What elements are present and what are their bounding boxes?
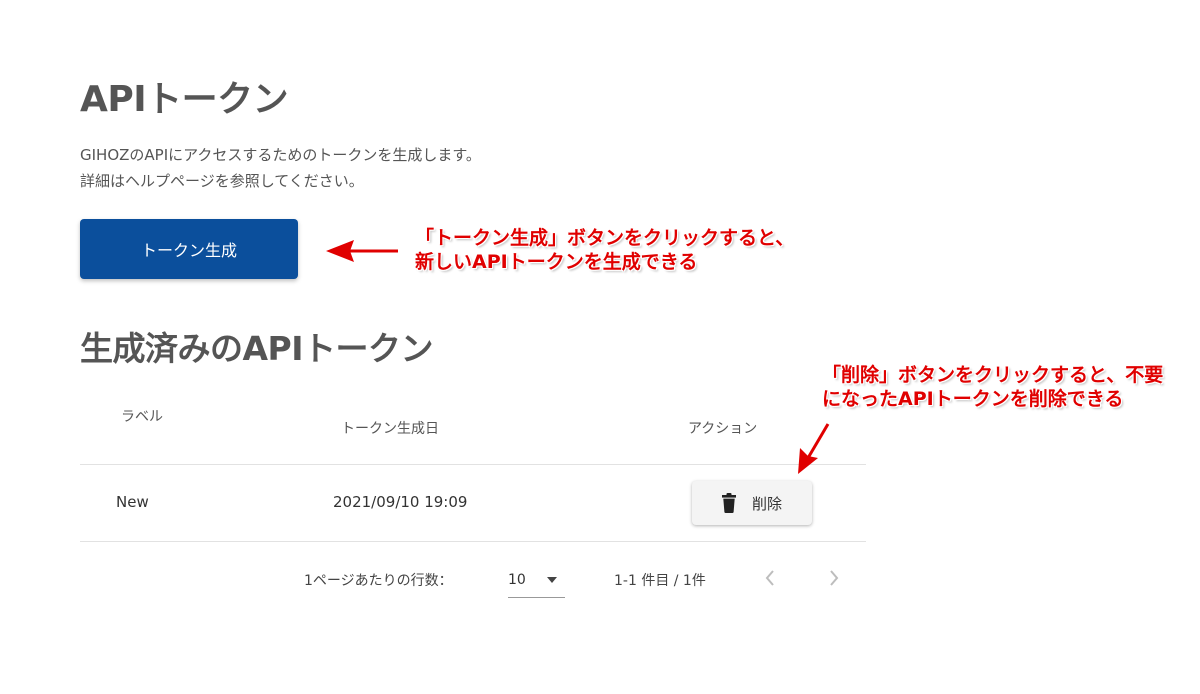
chevron-right-icon xyxy=(829,570,839,586)
pagination-range: 1-1 件目 / 1件 xyxy=(614,573,706,589)
table-header-divider xyxy=(80,464,866,465)
table-row-divider xyxy=(80,541,866,542)
delete-button-label: 削除 xyxy=(751,494,782,513)
delete-annotation-arrow xyxy=(798,423,830,474)
column-header-label[interactable]: ラベル xyxy=(121,406,163,426)
delete-annotation-line-2: になったAPIトークンを削除できる xyxy=(822,388,1124,410)
caret-down-icon xyxy=(547,576,557,583)
token-created-at-cell: 2021/09/10 19:09 xyxy=(333,493,468,511)
delete-token-button[interactable]: 削除 xyxy=(692,481,812,525)
delete-annotation-line-1: 「削除」ボタンをクリックすると、不要 xyxy=(822,364,1164,386)
chevron-left-icon xyxy=(765,570,775,586)
rows-per-page-select[interactable]: 10 xyxy=(508,566,565,598)
description-line-2: 詳細はヘルプページを参照してください。 xyxy=(80,172,364,190)
page-title: APIトークン xyxy=(80,79,289,120)
page-description: GIHOZのAPIにアクセスするためのトークンを生成します。 詳細はヘルプページ… xyxy=(80,142,481,194)
generate-annotation-arrow xyxy=(326,240,398,262)
trash-icon xyxy=(721,493,736,513)
api-token-page: APIトークン GIHOZのAPIにアクセスするためのトークンを生成します。 詳… xyxy=(0,0,1200,694)
section-title: 生成済みのAPIトークン xyxy=(80,329,434,368)
next-page-button[interactable] xyxy=(822,566,846,590)
prev-page-button[interactable] xyxy=(758,566,782,590)
token-label-cell: New xyxy=(116,493,149,511)
column-header-action: アクション xyxy=(688,421,758,437)
column-header-created-at[interactable]: トークン生成日 xyxy=(341,418,439,438)
description-line-1: GIHOZのAPIにアクセスするためのトークンを生成します。 xyxy=(80,146,481,164)
generate-annotation: 「トークン生成」ボタンをクリックすると、 新しいAPIトークンを生成できる xyxy=(415,226,794,274)
generate-annotation-line-1: 「トークン生成」ボタンをクリックすると、 xyxy=(415,227,795,249)
rows-per-page-value: 10 xyxy=(508,571,526,588)
delete-annotation: 「削除」ボタンをクリックすると、不要 になったAPIトークンを削除できる xyxy=(822,363,1163,411)
rows-per-page-label: 1ページあたりの行数： xyxy=(304,573,453,589)
generate-annotation-line-2: 新しいAPIトークンを生成できる xyxy=(415,251,698,273)
generate-token-button[interactable]: トークン生成 xyxy=(80,219,298,279)
